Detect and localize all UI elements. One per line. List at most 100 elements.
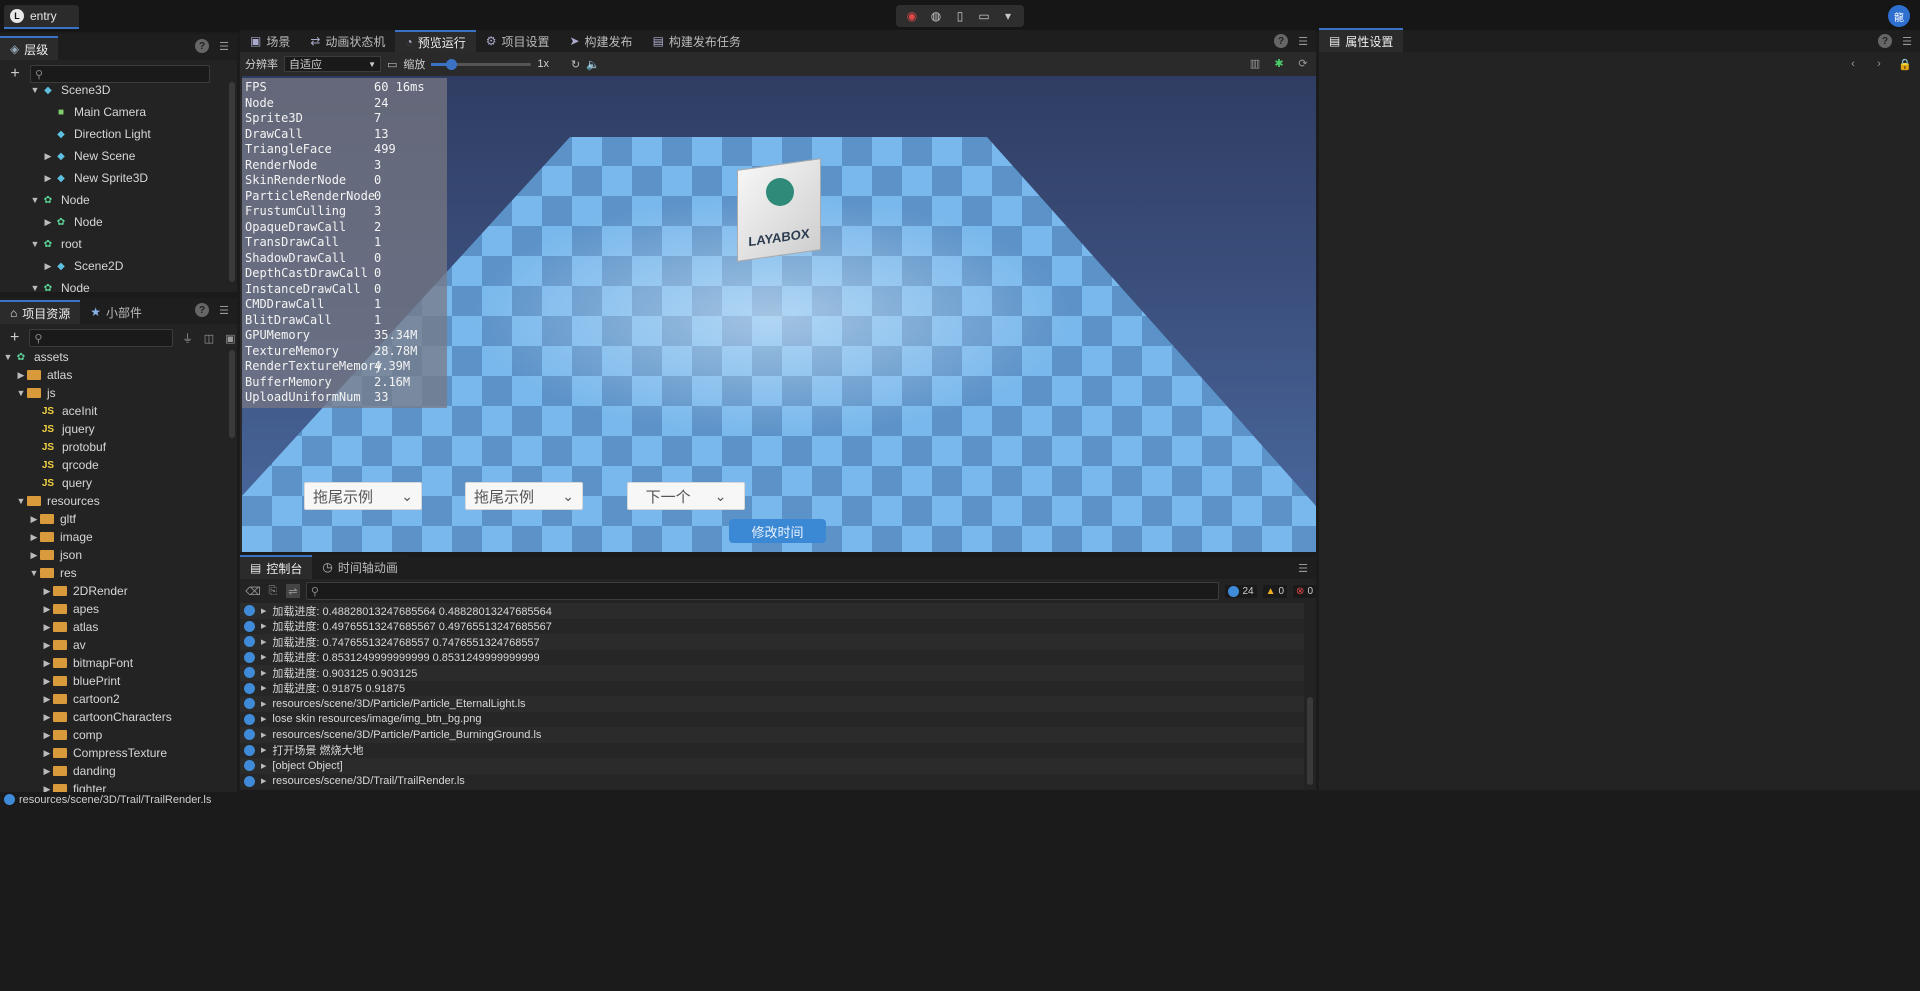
tab-preview[interactable]: ◔ 预览运行 <box>395 30 476 52</box>
expand-arrow-icon[interactable]: ▼ <box>29 195 41 205</box>
console-line[interactable]: ▶ lose skin resources/image/img_btn_bg.pn… <box>240 711 1304 727</box>
expand-arrow-icon[interactable]: ▶ <box>41 766 53 777</box>
wrap-icon[interactable]: ⇌ <box>285 584 300 598</box>
tab-widgets[interactable]: ★ 小部件 <box>80 300 153 324</box>
expand-arrow-icon[interactable]: ▶ <box>261 607 266 615</box>
tab-settings[interactable]: ⚙ 项目设置 <box>475 30 560 52</box>
expand-arrow-icon[interactable]: ▶ <box>261 762 266 770</box>
error-count-badge[interactable]: ⊗ 0 <box>1293 584 1316 598</box>
expand-arrow-icon[interactable]: ▼ <box>29 239 41 249</box>
add-icon[interactable]: + <box>8 329 21 346</box>
avatar[interactable]: 龍 <box>1888 5 1910 27</box>
record-icon[interactable]: ◉ <box>904 8 920 24</box>
asset-item[interactable]: ▶ atlas <box>0 618 227 636</box>
tab-state-machine[interactable]: ⇄ 动画状态机 <box>300 30 396 52</box>
expand-arrow-icon[interactable]: ▶ <box>41 622 53 633</box>
asset-item[interactable]: ▶ image <box>0 528 227 546</box>
expand-arrow-icon[interactable]: ▶ <box>41 586 53 597</box>
expand-arrow-icon[interactable]: ▶ <box>42 261 54 272</box>
expand-arrow-icon[interactable]: ▶ <box>261 731 266 739</box>
expand-arrow-icon[interactable]: ▼ <box>29 283 41 292</box>
help-icon[interactable]: ? <box>1878 34 1892 48</box>
asset-item[interactable]: JS query <box>0 474 227 492</box>
menu-icon[interactable]: ☰ <box>217 303 231 317</box>
expand-arrow-icon[interactable]: ▶ <box>261 622 266 630</box>
collapse-icon[interactable]: ▣ <box>224 331 237 345</box>
zoom-slider-handle[interactable] <box>446 58 458 70</box>
asset-item[interactable]: ▶ CompressTexture <box>0 744 227 762</box>
modify-time-button[interactable]: 修改时间 <box>729 519 826 543</box>
phone-icon[interactable]: ▯ <box>952 8 968 24</box>
expand-arrow-icon[interactable]: ▶ <box>28 550 40 561</box>
expand-arrow-icon[interactable]: ▶ <box>15 370 27 381</box>
console-line[interactable]: ▶ [object Object] <box>240 758 1304 774</box>
asset-item[interactable]: ▶ bitmapFont <box>0 654 227 672</box>
expand-arrow-icon[interactable]: ▶ <box>28 532 40 543</box>
copy-icon[interactable]: ⎘ <box>266 584 280 598</box>
expand-arrow-icon[interactable]: ▶ <box>41 712 53 723</box>
tab-properties[interactable]: ▤ 属性设置 <box>1319 28 1404 52</box>
zoom-slider[interactable] <box>431 58 532 70</box>
asset-item[interactable]: ▶ atlas <box>0 366 227 384</box>
expand-arrow-icon[interactable]: ▶ <box>261 653 266 661</box>
help-icon[interactable]: ? <box>1274 34 1288 48</box>
tab-hierarchy[interactable]: ◈ 层级 <box>0 36 59 60</box>
speaker-icon[interactable]: 🔈 <box>586 58 600 71</box>
refresh-icon[interactable]: ↻ <box>571 58 580 71</box>
expand-arrow-icon[interactable]: ▶ <box>42 151 54 162</box>
tree-item[interactable]: ▶ ◆ New Scene <box>0 145 227 167</box>
console-search-input[interactable]: ⚲ <box>305 582 1220 600</box>
aspect-icon[interactable]: ▭ <box>387 58 397 71</box>
expand-arrow-icon[interactable]: ▶ <box>261 638 266 646</box>
expand-arrow-icon[interactable]: ▶ <box>41 658 53 669</box>
asset-item[interactable]: ▼ res <box>0 564 227 582</box>
console-line[interactable]: ▶ 加载进度: 0.91875 0.91875 <box>240 680 1304 696</box>
console-line[interactable]: ▶ resources/scene/3D/Trail/TrailRender.ls <box>240 773 1304 789</box>
asset-item[interactable]: ▶ bluePrint <box>0 672 227 690</box>
expand-arrow-icon[interactable]: ▶ <box>41 730 53 741</box>
asset-item[interactable]: ▶ apes <box>0 600 227 618</box>
trail-select-2[interactable]: 拖尾示例 ⌄ <box>465 482 583 510</box>
asset-item[interactable]: ▶ cartoonCharacters <box>0 708 227 726</box>
expand-arrow-icon[interactable]: ▼ <box>29 85 41 95</box>
expand-arrow-icon[interactable]: ▶ <box>261 684 266 692</box>
menu-icon[interactable]: ☰ <box>217 39 231 53</box>
menu-icon[interactable]: ☰ <box>1296 34 1310 48</box>
expand-arrow-icon[interactable]: ▼ <box>15 388 27 398</box>
monitor-icon[interactable]: ▭ <box>976 8 992 24</box>
lock-icon[interactable]: 🔒 <box>1898 57 1912 71</box>
asset-item[interactable]: ▼ ✿ assets <box>0 348 227 366</box>
next-select[interactable]: 下一个 ⌄ <box>627 482 745 510</box>
asset-item[interactable]: ▶ av <box>0 636 227 654</box>
expand-arrow-icon[interactable]: ▶ <box>261 700 266 708</box>
back-icon[interactable]: ‹ <box>1846 57 1860 71</box>
console-line[interactable]: ▶ 加载进度: 0.8531249999999999 0.853124999999… <box>240 649 1304 665</box>
asset-item[interactable]: ▼ resources <box>0 492 227 510</box>
tree-item[interactable]: ▶ ◆ New Sprite3D <box>0 167 227 189</box>
asset-item[interactable]: ▶ json <box>0 546 227 564</box>
tab-project-assets[interactable]: ⌂ 项目资源 <box>0 300 81 324</box>
expand-arrow-icon[interactable]: ▶ <box>261 777 266 785</box>
hierarchy-scrollbar[interactable] <box>229 82 235 282</box>
tree-item[interactable]: ▶ ◆ Scene2D <box>0 255 227 277</box>
tree-item[interactable]: ◆ Direction Light <box>0 123 227 145</box>
trail-select-1[interactable]: 拖尾示例 ⌄ <box>304 482 422 510</box>
help-icon[interactable]: ? <box>195 303 209 317</box>
menu-icon[interactable]: ☰ <box>1296 561 1310 575</box>
asset-item[interactable]: ▶ 2DRender <box>0 582 227 600</box>
expand-arrow-icon[interactable]: ▼ <box>28 568 40 578</box>
asset-item[interactable]: ▶ comp <box>0 726 227 744</box>
tab-entry[interactable]: L entry <box>4 5 79 29</box>
clear-icon[interactable]: ⌫ <box>245 584 261 598</box>
filter-icon[interactable]: ⏚ <box>181 331 194 345</box>
debug-tool-icon[interactable]: ✱ <box>1272 56 1286 70</box>
expand-arrow-icon[interactable]: ▶ <box>41 640 53 651</box>
console-line[interactable]: ▶ 加载进度: 0.7476551324768557 0.747655132476… <box>240 634 1304 650</box>
help-icon[interactable]: ? <box>195 39 209 53</box>
tree-item[interactable]: ▼ ✿ Node <box>0 277 227 292</box>
asset-item[interactable]: ▶ gltf <box>0 510 227 528</box>
tab-scene[interactable]: ▣ 场景 <box>240 30 301 52</box>
assets-search-input[interactable]: ⚲ <box>29 329 173 347</box>
expand-arrow-icon[interactable]: ▶ <box>261 746 266 754</box>
tree-item[interactable]: ■ Main Camera <box>0 101 227 123</box>
